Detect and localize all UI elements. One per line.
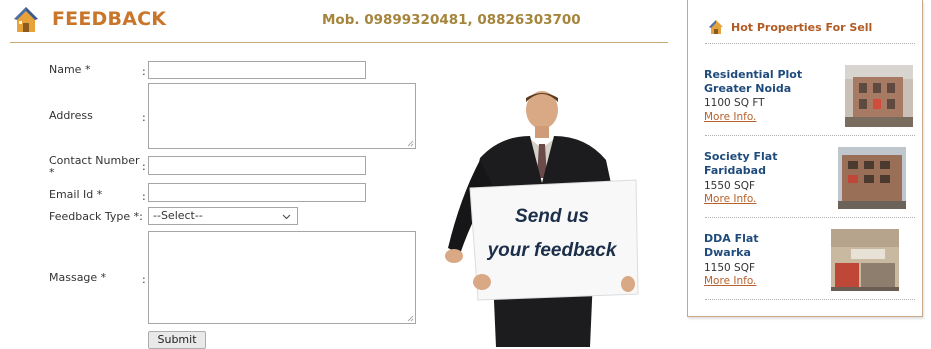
divider bbox=[705, 135, 915, 136]
property-1-photo[interactable] bbox=[845, 65, 913, 127]
resize-grip-icon[interactable] bbox=[406, 314, 414, 322]
property-3-photo[interactable] bbox=[831, 229, 899, 291]
property-3-more-link[interactable]: More Info. bbox=[704, 275, 756, 288]
address-label: Address bbox=[49, 109, 93, 122]
property-3-location[interactable]: Dwarka bbox=[704, 246, 751, 260]
property-1-location[interactable]: Greater Noida bbox=[704, 82, 791, 96]
property-2-title[interactable]: Society Flat bbox=[704, 150, 777, 164]
contact-label-required: * bbox=[49, 166, 55, 179]
divider bbox=[705, 43, 915, 44]
property-3-title[interactable]: DDA Flat bbox=[704, 232, 759, 246]
email-input[interactable] bbox=[148, 183, 366, 202]
contact-colon: : bbox=[142, 160, 146, 173]
feedback-banner-image: Send us your feedback bbox=[445, 91, 639, 347]
property-2-location[interactable]: Faridabad bbox=[704, 164, 766, 178]
hot-properties-title: Hot Properties For Sell bbox=[731, 21, 873, 34]
name-input[interactable] bbox=[148, 61, 366, 79]
address-textarea[interactable] bbox=[148, 83, 416, 149]
divider bbox=[705, 299, 915, 300]
page-title: FEEDBACK bbox=[52, 8, 167, 30]
property-2-more-link[interactable]: More Info. bbox=[704, 193, 756, 206]
message-colon: : bbox=[142, 273, 146, 286]
address-colon: : bbox=[142, 111, 146, 124]
banner-line2: your feedback bbox=[487, 240, 618, 261]
contact-label: Contact Number bbox=[49, 154, 140, 167]
feedback-type-select[interactable]: --Select-- bbox=[148, 207, 298, 225]
house-icon bbox=[709, 20, 723, 34]
banner-line1: Send us bbox=[515, 206, 589, 227]
property-2-photo[interactable] bbox=[838, 147, 906, 209]
feedback-type-selected: --Select-- bbox=[153, 209, 203, 222]
property-1-title[interactable]: Residential Plot bbox=[704, 68, 802, 82]
property-3-size: 1150 SQF bbox=[704, 262, 756, 274]
name-label: Name * bbox=[49, 63, 91, 76]
message-label: Massage * bbox=[49, 271, 107, 284]
header-divider bbox=[10, 42, 668, 43]
name-colon: : bbox=[142, 65, 146, 78]
house-icon bbox=[14, 7, 38, 32]
feedback-type-label: Feedback Type *: bbox=[49, 210, 143, 223]
submit-button[interactable]: Submit bbox=[148, 331, 206, 349]
email-label: Email Id * bbox=[49, 188, 103, 201]
message-textarea[interactable] bbox=[148, 231, 416, 324]
property-1-size: 1100 SQ FT bbox=[704, 97, 765, 109]
contact-number-input[interactable] bbox=[148, 156, 366, 175]
email-colon: : bbox=[142, 190, 146, 203]
property-2-size: 1550 SQF bbox=[704, 180, 756, 192]
divider bbox=[705, 217, 915, 218]
mobile-numbers: Mob. 09899320481, 08826303700 bbox=[322, 12, 581, 28]
chevron-down-icon bbox=[282, 214, 291, 220]
property-1-more-link[interactable]: More Info. bbox=[704, 111, 756, 124]
resize-grip-icon[interactable] bbox=[406, 139, 414, 147]
